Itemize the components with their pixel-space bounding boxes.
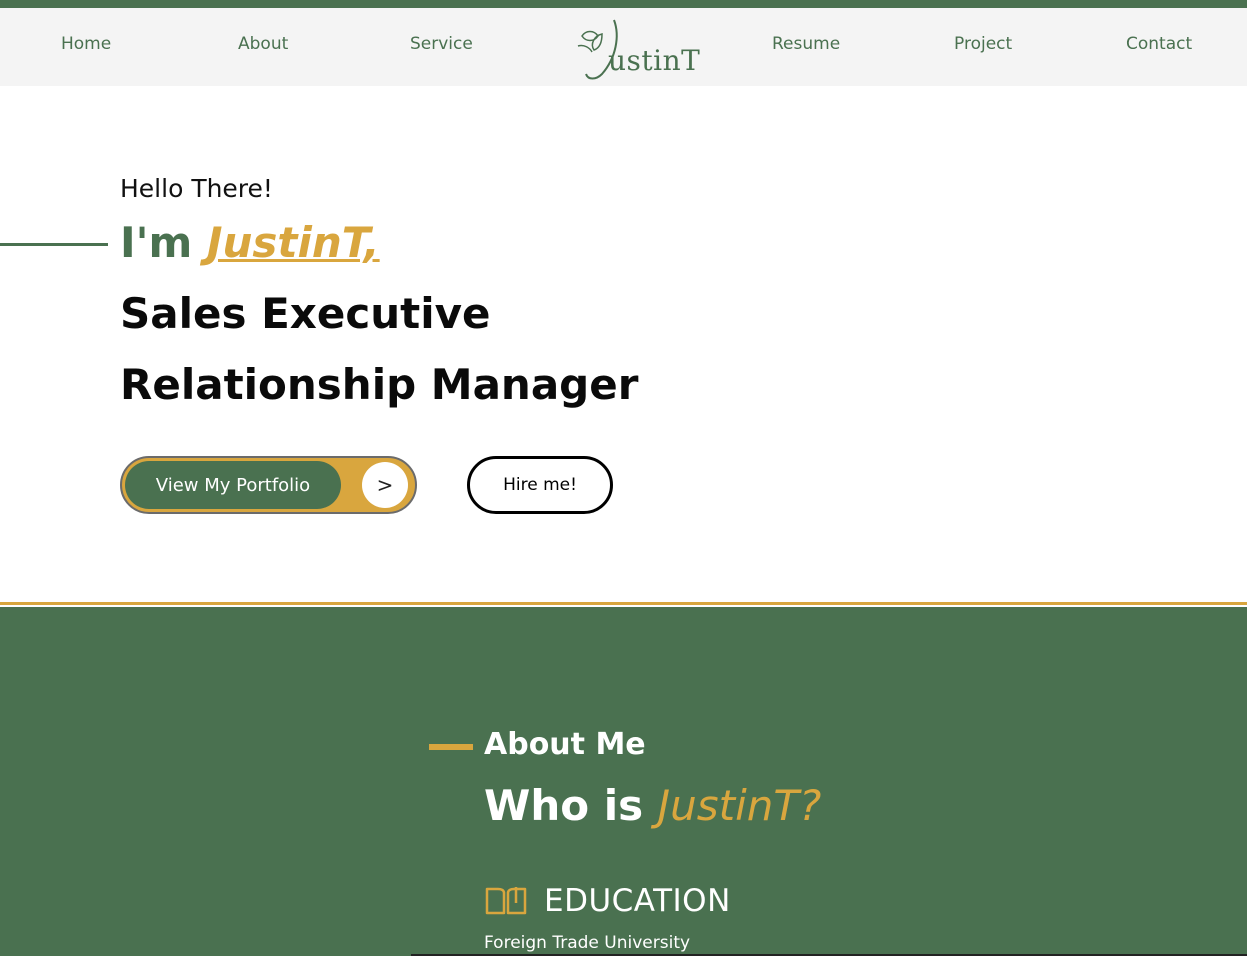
arrow-glyph: >	[376, 473, 394, 497]
about-section: About Me Who is JustinT? EDUCATION Forei…	[0, 607, 1247, 956]
hero-intro-prefix: I'm	[120, 218, 207, 267]
education-title: EDUCATION	[544, 883, 731, 919]
about-heading: Who is JustinT?	[484, 781, 821, 830]
about-section-label: About Me	[484, 727, 646, 762]
open-book-icon	[485, 887, 527, 915]
about-heading-prefix: Who is	[484, 781, 658, 830]
nav-project-link[interactable]: Project	[954, 34, 1012, 54]
hero-role-2: Relationship Manager	[120, 360, 639, 409]
hero-accent-line	[0, 243, 108, 246]
chevron-right-icon: >	[362, 462, 408, 508]
hero-section: Hello There! I'm JustinT, Sales Executiv…	[0, 86, 1247, 602]
view-portfolio-label: View My Portfolio	[125, 461, 341, 509]
education-school: Foreign Trade University	[484, 933, 691, 953]
hero-name: JustinT,	[206, 218, 380, 267]
nav-service-link[interactable]: Service	[410, 34, 473, 54]
top-accent-stripe	[0, 0, 1247, 8]
site-logo[interactable]: ustinT	[572, 14, 700, 82]
view-portfolio-button[interactable]: View My Portfolio >	[120, 456, 417, 514]
navbar: Home About Service ustinT Resume Project…	[0, 8, 1247, 86]
about-accent-dash	[429, 744, 473, 750]
hero-role-1: Sales Executive	[120, 289, 491, 338]
hire-me-button[interactable]: Hire me!	[467, 456, 613, 514]
nav-about-link[interactable]: About	[238, 34, 288, 54]
about-heading-name: JustinT?	[657, 781, 822, 830]
hero-intro: I'm JustinT,	[120, 218, 380, 267]
logo-wordmark: ustinT	[608, 44, 701, 77]
nav-contact-link[interactable]: Contact	[1126, 34, 1192, 54]
hero-greeting: Hello There!	[120, 174, 273, 203]
nav-resume-link[interactable]: Resume	[772, 34, 840, 54]
nav-home-link[interactable]: Home	[61, 34, 111, 54]
